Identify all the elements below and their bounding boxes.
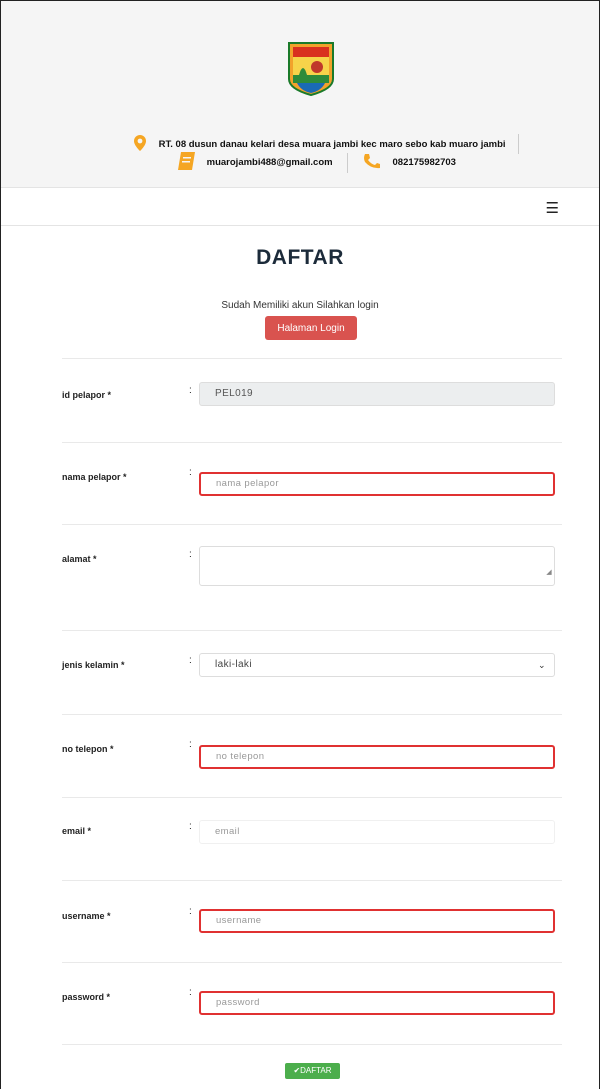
divider — [518, 134, 520, 154]
daftar-submit-button[interactable]: ✔DAFTAR — [285, 1063, 340, 1079]
colon: : — [189, 655, 192, 666]
email-link[interactable]: muarojambi488@gmail.com — [207, 157, 333, 168]
email-icon — [177, 152, 197, 173]
label-password: password * — [62, 992, 111, 1002]
divider — [62, 1044, 562, 1045]
divider — [62, 880, 562, 881]
location-pin-icon — [134, 134, 146, 154]
divider — [62, 797, 562, 798]
label-no-telepon: no telepon * — [62, 744, 114, 754]
hamburger-menu-icon[interactable]: ☰ — [546, 199, 559, 217]
colon: : — [189, 467, 192, 478]
colon: : — [189, 906, 192, 917]
id-pelapor-field[interactable]: PEL019 — [199, 382, 555, 406]
phone-icon — [363, 153, 381, 172]
colon: : — [189, 385, 192, 396]
divider — [62, 630, 562, 631]
label-id-pelapor: id pelapor * — [62, 390, 112, 400]
address-row: RT. 08 dusun danau kelari desa muara jam… — [134, 134, 531, 154]
label-username: username * — [62, 911, 111, 921]
logo — [287, 41, 335, 97]
password-input[interactable]: password — [199, 991, 555, 1015]
chevron-down-icon: ⌄ — [538, 660, 546, 670]
alamat-textarea[interactable]: ◢ — [199, 546, 555, 586]
colon: : — [189, 987, 192, 998]
address-text: RT. 08 dusun danau kelari desa muara jam… — [158, 138, 506, 150]
divider — [62, 524, 562, 525]
colon: : — [189, 549, 192, 560]
divider — [62, 714, 562, 715]
page-title: DAFTAR — [256, 246, 344, 269]
divider — [62, 358, 562, 359]
jenis-kelamin-selected: laki-laki — [215, 659, 252, 670]
daftar-button-label: DAFTAR — [300, 1066, 332, 1075]
navbar: ☰ — [1, 187, 599, 226]
label-alamat: alamat * — [62, 554, 97, 564]
top-header: RT. 08 dusun danau kelari desa muara jam… — [1, 1, 599, 187]
divider — [62, 442, 562, 443]
label-nama-pelapor: nama pelapor * — [62, 472, 127, 482]
contact-row: muarojambi488@gmail.com 082175982703 — [177, 152, 456, 173]
colon: : — [189, 739, 192, 750]
nama-pelapor-input[interactable]: nama pelapor — [199, 472, 555, 496]
login-prompt: Sudah Memiliki akun Silahkan login — [221, 300, 379, 311]
no-telepon-input[interactable]: no telepon — [199, 745, 555, 769]
label-email: email * — [62, 826, 92, 836]
colon: : — [189, 821, 192, 832]
label-jenis-kelamin: jenis kelamin * — [62, 660, 125, 670]
resize-handle-icon[interactable]: ◢ — [546, 562, 552, 584]
email-input[interactable]: email — [199, 820, 555, 844]
phone-link[interactable]: 082175982703 — [393, 157, 456, 168]
divider — [62, 962, 562, 963]
divider — [347, 152, 349, 173]
login-page-button[interactable]: Halaman Login — [265, 316, 357, 340]
jenis-kelamin-select[interactable]: laki-laki ⌄ — [199, 653, 555, 677]
username-input[interactable]: username — [199, 909, 555, 933]
